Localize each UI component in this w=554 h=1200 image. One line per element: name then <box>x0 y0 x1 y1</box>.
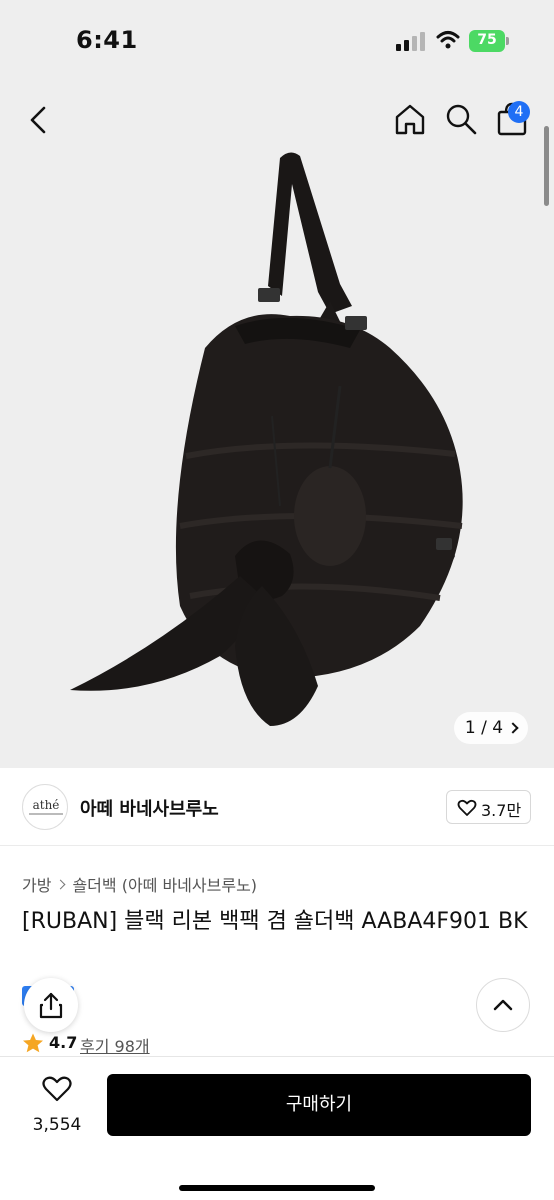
product-image-gallery[interactable] <box>0 86 554 768</box>
chevron-right-icon <box>56 879 66 889</box>
gallery-pager[interactable]: 1 / 4 <box>454 712 528 744</box>
chevron-up-icon <box>493 999 513 1011</box>
status-time: 6:41 <box>76 26 138 54</box>
pager-separator: / <box>475 718 493 738</box>
brand-name[interactable]: 아떼 바네사브루노 <box>80 795 219 821</box>
brand-like-count: 3.7만 <box>481 801 522 820</box>
battery-indicator: 75 <box>469 30 509 52</box>
brand-logo-text: athé <box>32 798 60 812</box>
pager-total: 4 <box>492 718 504 738</box>
breadcrumb: 가방 숄더백 (아떼 바네사브루노) <box>22 872 257 895</box>
battery-level: 75 <box>477 32 497 48</box>
brand-row[interactable]: athé 아떼 바네사브루노 3.7만 <box>0 768 554 846</box>
chevron-right-icon <box>507 722 519 734</box>
wifi-icon <box>436 31 460 49</box>
scrollbar-thumb[interactable] <box>544 126 549 206</box>
cellular-signal-icon <box>396 32 425 51</box>
wishlist-count: 3,554 <box>32 1115 82 1135</box>
review-count-link[interactable]: 후기 98개 <box>80 1033 150 1057</box>
scroll-to-top-button[interactable] <box>476 978 530 1032</box>
brand-logo-tagline <box>29 813 63 815</box>
search-icon[interactable] <box>443 101 479 137</box>
brand-like-button[interactable]: 3.7만 <box>446 790 531 824</box>
breadcrumb-item-bags[interactable]: 가방 <box>22 876 51 895</box>
bottom-action-bar: 3,554 구매하기 <box>0 1056 554 1200</box>
star-icon <box>23 1033 43 1053</box>
battery-cap <box>506 37 509 45</box>
cart-count-badge: 4 <box>508 101 530 123</box>
pager-current: 1 <box>464 718 476 738</box>
product-title: [RUBAN] 블랙 리본 백팩 겸 숄더백 AABA4F901 BK <box>22 909 528 934</box>
home-indicator <box>179 1185 375 1191</box>
home-icon[interactable] <box>392 101 428 137</box>
buy-button[interactable]: 구매하기 <box>107 1074 531 1136</box>
heart-icon <box>42 1076 72 1102</box>
wishlist-button[interactable]: 3,554 <box>22 1075 92 1145</box>
share-icon <box>39 992 63 1019</box>
brand-logo[interactable]: athé <box>22 784 68 830</box>
heart-icon <box>457 799 477 816</box>
rating-value: 4.7 <box>49 1033 78 1052</box>
back-icon[interactable] <box>22 102 56 138</box>
share-button[interactable] <box>24 978 78 1032</box>
product-image <box>70 152 463 726</box>
status-bar: 6:41 75 <box>0 0 554 86</box>
breadcrumb-item-shoulder-bag[interactable]: 숄더백 (아떼 바네사브루노) <box>72 876 257 895</box>
